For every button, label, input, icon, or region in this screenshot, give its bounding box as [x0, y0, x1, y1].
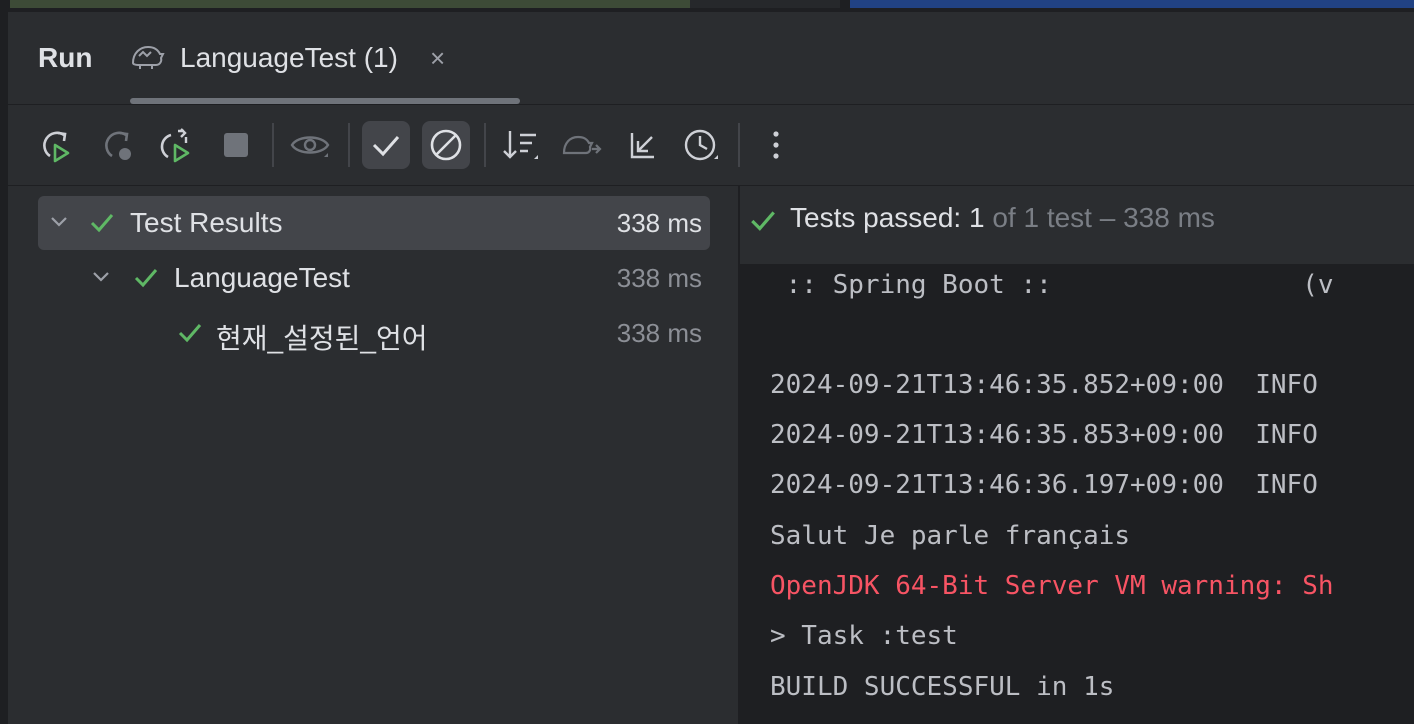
show-ignored-toggle[interactable]: [422, 121, 470, 169]
tree-item-label: Test Results: [130, 207, 283, 238]
toggle-auto-test-button[interactable]: [152, 121, 200, 169]
chevron-down-icon[interactable]: [48, 210, 70, 232]
sort-icon: [503, 131, 538, 159]
test-status-bar: Tests passed: 1 of 1 test – 338 ms: [740, 186, 1414, 264]
toolbar-separator: [272, 123, 274, 167]
test-run-config-icon: [130, 41, 166, 76]
rerun-icon: [43, 131, 70, 163]
editor-strip: [0, 0, 1414, 12]
toolbar-separator: [738, 123, 740, 167]
console-line: 2024-09-21T13:46:35.852+09:00 INFO: [770, 370, 1318, 400]
console-line: 2024-09-21T13:46:35.853+09:00 INFO: [770, 420, 1318, 450]
tests-passed-count: Tests passed: 1: [790, 202, 985, 233]
console-line: BUILD SUCCESSFUL in 1s: [770, 672, 1115, 702]
tab-language-test[interactable]: LanguageTest (1) ×: [130, 36, 445, 80]
chevron-down-icon[interactable]: [90, 265, 112, 287]
console-output[interactable]: :: Spring Boot :: (v 2024-09-21T13:46:35…: [740, 264, 1414, 724]
console-line: > Task :test: [770, 621, 958, 651]
sort-button[interactable]: [498, 121, 546, 169]
tree-item-test-results[interactable]: Test Results 338 ms: [38, 196, 710, 250]
test-results-tree: Test Results 338 ms LanguageTest 338 ms …: [8, 186, 738, 724]
editor-selection: [850, 0, 1414, 8]
tree-item-label: LanguageTest: [174, 262, 350, 293]
toolbar-separator: [484, 123, 486, 167]
show-passed-icon: [372, 136, 400, 157]
show-hidden-button[interactable]: [286, 121, 334, 169]
tree-item-test-method[interactable]: 현재_설정된_언어 338 ms: [38, 306, 710, 360]
collapse-icon: [630, 133, 654, 159]
stop-icon: [224, 133, 248, 157]
tree-item-language-test[interactable]: LanguageTest 338 ms: [38, 251, 710, 305]
duration: 338 ms: [616, 263, 702, 293]
console-line: 2024-09-21T13:46:36.197+09:00 INFO: [770, 470, 1318, 500]
duration: 338 ms: [616, 208, 702, 238]
show-passed-toggle[interactable]: [362, 121, 410, 169]
console-line: :: Spring Boot :: (v: [770, 270, 1334, 300]
tree-item-label: 현재_설정된_언어: [216, 323, 428, 354]
rerun-failed-icon: [105, 131, 131, 160]
show-ignored-icon: [430, 129, 462, 161]
toggle-auto-test-icon: [160, 128, 190, 163]
duration: 338 ms: [616, 318, 702, 348]
more-options-button[interactable]: [752, 121, 800, 169]
tab-title: LanguageTest (1): [180, 42, 398, 73]
check-icon: [134, 269, 158, 288]
check-icon: [178, 324, 202, 343]
run-tool-window: Run LanguageTest (1) × Test Results 338 …: [0, 0, 1414, 724]
stop-button[interactable]: [212, 121, 260, 169]
run-toolbar: [8, 105, 1414, 185]
toolbar-separator: [348, 123, 350, 167]
rerun-button[interactable]: [32, 121, 80, 169]
window-edge: [0, 12, 8, 724]
history-button[interactable]: [678, 121, 726, 169]
console-line-warning: OpenJDK 64-Bit Server VM warning: Sh: [770, 571, 1334, 601]
editor-highlight: [10, 0, 690, 8]
tests-summary: of 1 test – 338 ms: [984, 202, 1215, 233]
test-status-text: Tests passed: 1 of 1 test – 338 ms: [790, 202, 1215, 234]
import-tests-button[interactable]: [558, 121, 606, 169]
check-icon: [90, 214, 114, 233]
eye-icon: [290, 136, 330, 157]
more-vertical-icon: [773, 131, 779, 159]
import-tests-icon: [562, 135, 602, 155]
run-title: Run: [38, 42, 93, 73]
check-icon: [751, 211, 775, 231]
rerun-failed-button[interactable]: [94, 121, 142, 169]
history-icon: [684, 129, 718, 161]
tool-window-header: Run LanguageTest (1) ×: [8, 12, 1414, 104]
close-tab-icon[interactable]: ×: [430, 43, 445, 74]
console-line: Salut Je parle français: [770, 521, 1131, 551]
editor-gutter: [690, 0, 840, 8]
collapse-button[interactable]: [618, 121, 666, 169]
